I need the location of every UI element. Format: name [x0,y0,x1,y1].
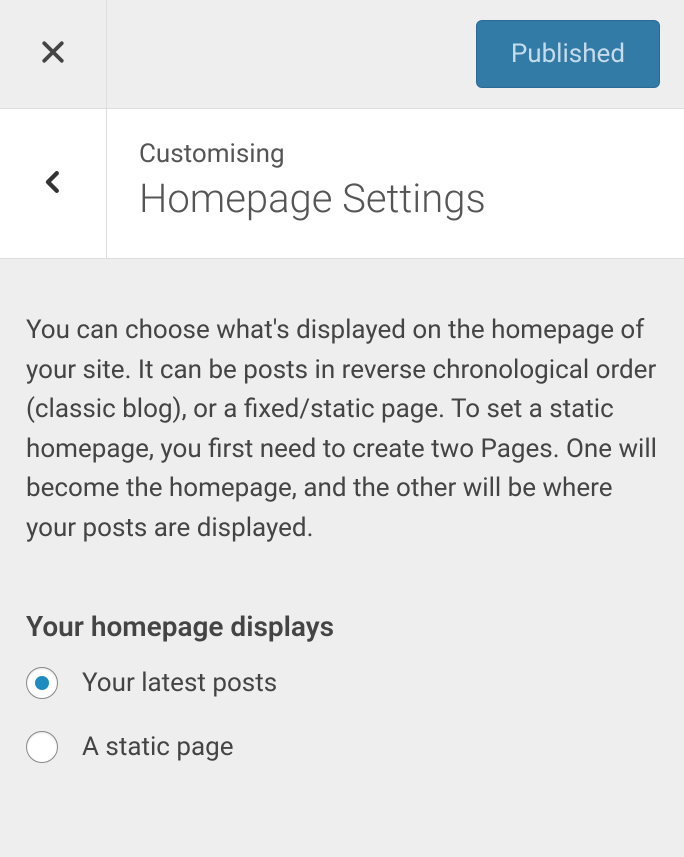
panel-title: Homepage Settings [139,175,656,222]
panel-description: You can choose what's displayed on the h… [26,311,658,548]
radio-label: Your latest posts [82,668,277,698]
publish-button[interactable]: Published [476,20,660,88]
radio-option-latest-posts[interactable]: Your latest posts [26,667,658,699]
close-icon [38,37,68,71]
chevron-left-icon [38,167,68,201]
section-label: Your homepage displays [26,610,658,643]
radio-icon [26,667,58,699]
radio-label: A static page [82,732,234,762]
back-button[interactable] [0,109,107,258]
close-button[interactable] [0,0,107,109]
breadcrumb: Customising [139,139,656,169]
radio-icon [26,731,58,763]
radio-option-static-page[interactable]: A static page [26,731,658,763]
